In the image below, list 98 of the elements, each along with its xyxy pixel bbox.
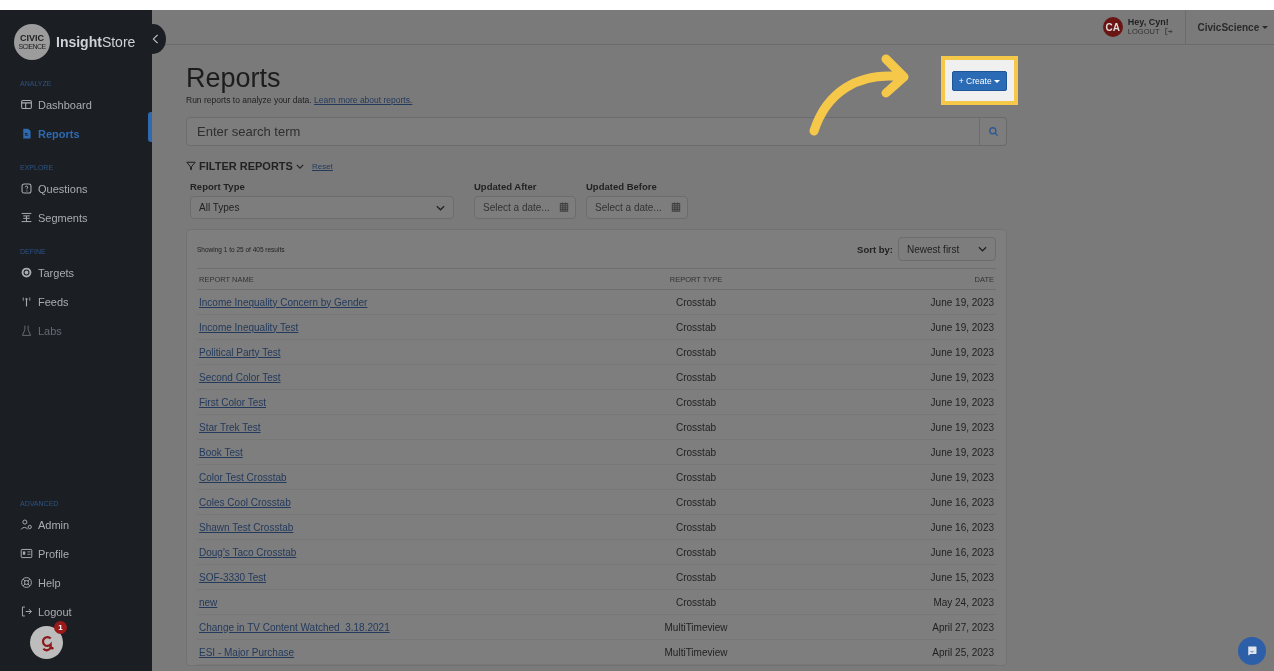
document-icon bbox=[20, 127, 33, 140]
table-cell: Crosstab bbox=[596, 539, 796, 565]
id-card-icon bbox=[20, 547, 33, 560]
report-link[interactable]: Book Test bbox=[199, 446, 243, 458]
active-indicator bbox=[148, 112, 152, 142]
table-cell: June 19, 2023 bbox=[796, 289, 996, 315]
report-link[interactable]: Income Inequality Concern by Gender bbox=[199, 296, 368, 308]
assistant-button[interactable] bbox=[30, 626, 63, 659]
report-link[interactable]: Shawn Test Crosstab bbox=[199, 521, 294, 533]
table-cell: Crosstab bbox=[596, 414, 796, 440]
filter-toggle[interactable]: FILTER REPORTS bbox=[186, 160, 304, 172]
table-cell: June 19, 2023 bbox=[796, 414, 996, 440]
report-link[interactable]: First Color Test bbox=[199, 396, 267, 408]
report-link[interactable]: SOF-3330 Test bbox=[199, 571, 267, 583]
table-cell: June 19, 2023 bbox=[796, 339, 996, 365]
table-cell: Crosstab bbox=[596, 464, 796, 490]
date-field[interactable]: Select a date... bbox=[474, 196, 576, 219]
flask-icon bbox=[20, 324, 33, 337]
create-button[interactable]: + Create bbox=[951, 71, 1007, 91]
nav-item[interactable]: Questions bbox=[0, 174, 152, 203]
table-cell: MultiTimeview bbox=[596, 614, 796, 640]
nav-item[interactable]: Feeds bbox=[0, 287, 152, 316]
search-field[interactable]: Enter search term bbox=[186, 117, 980, 146]
table-cell: Crosstab bbox=[596, 289, 796, 315]
chevron-left-icon bbox=[151, 33, 159, 45]
calendar-icon bbox=[559, 202, 569, 212]
chat-button[interactable] bbox=[1238, 637, 1266, 665]
table-cell: April 25, 2023 bbox=[796, 639, 996, 665]
page-subtitle: Run reports to analyze your data. Learn more about reports. bbox=[186, 95, 414, 105]
antenna-icon bbox=[20, 295, 33, 308]
segments-icon bbox=[20, 211, 33, 224]
field-label: Updated Before bbox=[586, 181, 658, 192]
report-link[interactable]: Political Party Test bbox=[199, 346, 281, 358]
table-cell: Crosstab bbox=[596, 389, 796, 415]
app-name: InsightStore bbox=[56, 34, 136, 50]
table-cell: April 27, 2023 bbox=[796, 614, 996, 640]
table-cell: June 19, 2023 bbox=[796, 314, 996, 340]
nav-item[interactable]: Dashboard bbox=[0, 90, 152, 119]
table-cell: June 15, 2023 bbox=[796, 564, 996, 590]
table-cell: June 19, 2023 bbox=[796, 364, 996, 390]
report-type-select[interactable]: All Types bbox=[190, 196, 454, 219]
nav-item[interactable]: Reports bbox=[0, 119, 152, 148]
report-link[interactable]: Change in TV Content Watched_3.18.2021 bbox=[199, 621, 390, 633]
logout-icon bbox=[20, 605, 33, 618]
table-cell: June 16, 2023 bbox=[796, 514, 996, 540]
funnel-icon bbox=[186, 161, 196, 171]
organization-menu[interactable]: CivicScience bbox=[1185, 21, 1274, 33]
table-cell: June 16, 2023 bbox=[796, 489, 996, 515]
table-cell: Crosstab bbox=[596, 314, 796, 340]
page-title: Reports bbox=[186, 65, 282, 92]
table-cell: Crosstab bbox=[596, 439, 796, 465]
table-cell: Crosstab bbox=[596, 339, 796, 365]
field-label: Report Type bbox=[190, 181, 246, 192]
chevron-down-icon bbox=[978, 246, 987, 252]
table-cell: June 16, 2023 bbox=[796, 539, 996, 565]
report-link[interactable]: Star Trek Test bbox=[199, 421, 261, 433]
question-icon bbox=[20, 182, 33, 195]
report-link[interactable]: new bbox=[199, 596, 218, 608]
table-cell: Crosstab bbox=[596, 364, 796, 390]
target-icon bbox=[20, 266, 33, 279]
nav-item[interactable]: Profile bbox=[0, 539, 152, 568]
learn-more-link[interactable]: Learn more about reports. bbox=[314, 95, 413, 105]
reset-link[interactable]: Reset bbox=[311, 161, 333, 171]
sort-select[interactable]: Newest first bbox=[898, 237, 996, 261]
table-cell: May 24, 2023 bbox=[796, 589, 996, 615]
nav-item[interactable]: Help bbox=[0, 568, 152, 597]
table-cell: June 19, 2023 bbox=[796, 464, 996, 490]
panel-icon bbox=[20, 98, 33, 111]
table-cell: June 19, 2023 bbox=[796, 439, 996, 465]
report-link[interactable]: ESI - Major Purchase bbox=[199, 646, 295, 658]
report-link[interactable]: Doug's Taco Crosstab bbox=[199, 546, 297, 558]
nav-item[interactable]: Admin bbox=[0, 510, 152, 539]
table-cell: June 19, 2023 bbox=[796, 389, 996, 415]
table-cell: Crosstab bbox=[596, 514, 796, 540]
logout-icon bbox=[1163, 27, 1173, 37]
speech-bubble-icon bbox=[1246, 645, 1258, 657]
report-link[interactable]: Second Color Test bbox=[199, 371, 281, 383]
field-label: Updated After bbox=[474, 181, 538, 192]
search-icon bbox=[987, 126, 999, 137]
notification-badge: 1 bbox=[54, 621, 67, 634]
lifebuoy-icon bbox=[20, 576, 33, 589]
sort-label: Sort by: bbox=[857, 243, 893, 255]
nav-item[interactable]: Segments bbox=[0, 203, 152, 232]
user-gear-icon bbox=[20, 518, 33, 531]
table-cell: MultiTimeview bbox=[596, 639, 796, 665]
calendar-icon bbox=[671, 202, 681, 212]
table-cell: Crosstab bbox=[596, 589, 796, 615]
table-cell: Crosstab bbox=[596, 564, 796, 590]
nav-item[interactable]: Targets bbox=[0, 258, 152, 287]
report-link[interactable]: Coles Cool Crosstab bbox=[199, 496, 291, 508]
report-link[interactable]: Income Inequality Test bbox=[199, 321, 299, 333]
date-field[interactable]: Select a date... bbox=[586, 196, 688, 219]
chevron-down-icon bbox=[436, 204, 445, 211]
greeting-text: Hey, Cyn! bbox=[1127, 17, 1170, 28]
report-link[interactable]: Color Test Crosstab bbox=[199, 471, 287, 483]
chevron-down-icon bbox=[295, 163, 304, 169]
table-cell: Crosstab bbox=[596, 489, 796, 515]
avatar: CA bbox=[1102, 17, 1123, 37]
